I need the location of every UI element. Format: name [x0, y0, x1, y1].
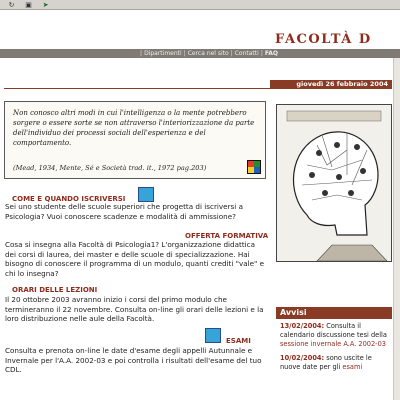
quote-box: Non conosco altri modi in cui l'intellig…	[4, 101, 266, 179]
info-icon[interactable]	[138, 187, 154, 202]
quote-text: Non conosco altri modi in cui l'intellig…	[13, 109, 255, 147]
colorful-grid-icon	[247, 160, 261, 174]
section-body-orari: Il 20 ottobre 2003 avranno inizio i cors…	[5, 295, 264, 323]
go-icon[interactable]: ➤	[40, 1, 51, 9]
exam-icon[interactable]	[205, 328, 221, 343]
quote-citation: (Mead, 1934, Mente, Sé e Società trad. i…	[13, 164, 207, 172]
avvisi-link[interactable]: esami	[342, 363, 362, 371]
top-nav: | Dipartimenti | Cerca nel sito | Contat…	[0, 49, 400, 58]
browser-toolbar: ↻ ▣ ➤	[0, 0, 400, 10]
nav-item-contatti[interactable]: Contatti	[233, 50, 261, 57]
refresh-icon[interactable]: ↻	[6, 1, 17, 9]
page-title: FACOLTÀ D	[275, 32, 372, 47]
avvisi-date: 10/02/2004:	[280, 354, 325, 363]
nav-item-cerca[interactable]: Cerca nel sito	[186, 50, 231, 57]
avvisi-item: 13/02/2004: Consulta il calendario discu…	[280, 322, 388, 348]
avvisi-title: Avvisi	[276, 307, 392, 319]
section-title-orari[interactable]: ORARI DELLE LEZIONI	[12, 286, 97, 294]
home-icon[interactable]: ▣	[23, 1, 34, 9]
section-body-offerta: Cosa si insegna alla Facoltà di Psicolog…	[5, 240, 265, 278]
section-body-iscrizioni: Sei uno studente delle scuole superiori …	[5, 202, 243, 221]
vertical-scrollbar[interactable]	[393, 58, 400, 400]
nav-item-dipartimenti[interactable]: Dipartimenti	[142, 50, 184, 57]
avvisi-item: 10/02/2004: sono uscite le nuove date pe…	[280, 354, 388, 372]
phrenology-illustration	[276, 104, 392, 262]
section-body-esami: Consulta e prenota on-line le date d'esa…	[5, 346, 262, 374]
avvisi-link[interactable]: sessione invernale A.A. 2002-03	[280, 340, 386, 348]
avvisi-panel: Avvisi 13/02/2004: Consulta il calendari…	[276, 307, 392, 400]
nav-item-faq[interactable]: FAQ	[263, 50, 280, 57]
section-title-offerta[interactable]: OFFERTA FORMATIVA	[185, 232, 268, 240]
site-header: FACOLTÀ D	[0, 10, 400, 49]
section-title-esami[interactable]: ESAMI	[226, 337, 251, 345]
avvisi-date: 13/02/2004:	[280, 322, 325, 330]
divider	[4, 88, 392, 89]
